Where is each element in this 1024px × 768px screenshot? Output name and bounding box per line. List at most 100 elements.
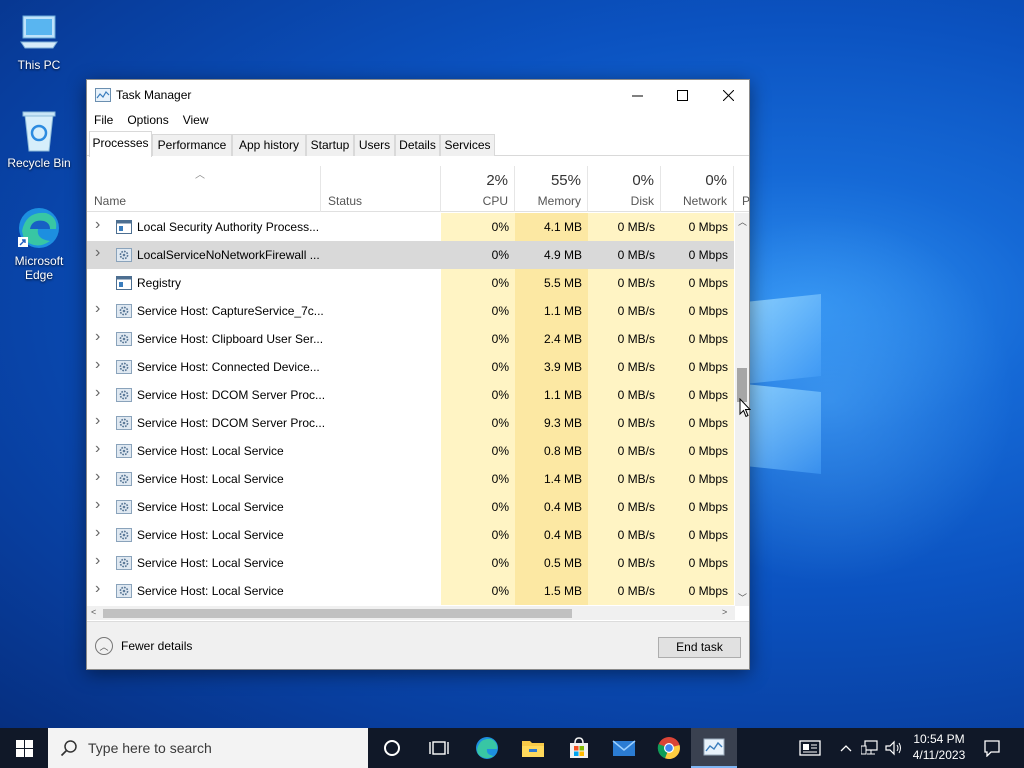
tray-news-button[interactable]: [789, 728, 831, 768]
table-row[interactable]: › Service Host: Local Service 0% 0.5 MB 0 MB…: [87, 549, 734, 577]
memory-cell: 1.1 MB: [515, 297, 588, 325]
scroll-up-icon[interactable]: ︿: [738, 215, 747, 228]
window-title: Task Manager: [116, 88, 192, 102]
header-power[interactable]: P: [734, 166, 750, 212]
tab-app-history[interactable]: App history: [232, 134, 306, 156]
vertical-scroll-thumb[interactable]: [737, 368, 747, 402]
table-row[interactable]: › Service Host: Local Service 0% 1.5 MB 0 MB…: [87, 577, 734, 605]
gear-icon: [116, 500, 132, 514]
expand-chevron-icon[interactable]: ›: [95, 384, 100, 402]
expand-chevron-icon[interactable]: ›: [95, 328, 100, 346]
expand-chevron-icon[interactable]: ›: [95, 412, 100, 430]
taskbar-task-manager-button[interactable]: [691, 728, 737, 768]
tab-details[interactable]: Details: [395, 134, 440, 156]
table-row[interactable]: › Service Host: Local Service 0% 1.4 MB 0 MB…: [87, 465, 734, 493]
process-name: LocalServiceNoNetworkFirewall ...: [137, 248, 320, 262]
taskbar-store-button[interactable]: [556, 728, 602, 768]
disk-cell: 0 MB/s: [588, 241, 661, 269]
tray-show-hidden-button[interactable]: [834, 728, 858, 768]
cpu-cell: 0%: [441, 493, 515, 521]
expand-chevron-icon[interactable]: ›: [95, 552, 100, 570]
window-icon: [116, 276, 132, 290]
tray-network-button[interactable]: [858, 728, 882, 768]
fewer-details-button[interactable]: ︿ Fewer details: [95, 637, 192, 655]
header-memory[interactable]: 55% Memory: [515, 166, 588, 212]
cpu-cell: 0%: [441, 325, 515, 353]
scroll-left-icon[interactable]: <: [91, 607, 96, 617]
horizontal-scroll-thumb[interactable]: [103, 609, 572, 618]
scroll-right-icon[interactable]: >: [722, 607, 727, 617]
menu-file[interactable]: File: [87, 113, 120, 127]
expand-chevron-icon[interactable]: ›: [95, 216, 100, 234]
taskbar-clock[interactable]: 10:54 PM 4/11/2023: [906, 731, 972, 763]
expand-chevron-icon[interactable]: ›: [95, 244, 100, 262]
horizontal-scrollbar[interactable]: < >: [87, 606, 735, 620]
table-row[interactable]: › Service Host: Connected Device... 0% 3.9 …: [87, 353, 734, 381]
expand-chevron-icon[interactable]: ›: [95, 356, 100, 374]
header-status[interactable]: Status: [321, 166, 441, 212]
disk-cell: 0 MB/s: [588, 353, 661, 381]
memory-cell: 0.4 MB: [515, 521, 588, 549]
table-row[interactable]: › Service Host: Clipboard User Ser... 0% 2.…: [87, 325, 734, 353]
tab-startup[interactable]: Startup: [306, 134, 354, 156]
desktop-icon-recycle-bin[interactable]: Recycle Bin: [1, 106, 77, 170]
close-button[interactable]: [705, 80, 751, 110]
tray-volume-button[interactable]: [882, 728, 906, 768]
cortana-button[interactable]: [369, 728, 415, 768]
taskbar: Type here to search 10:54 PM 4/11/2023: [0, 728, 1024, 768]
memory-cell: 0.4 MB: [515, 493, 588, 521]
disk-cell: 0 MB/s: [588, 381, 661, 409]
table-row[interactable]: › Service Host: DCOM Server Proc... 0% 1.1 …: [87, 381, 734, 409]
table-row[interactable]: › Service Host: Local Service 0% 0.8 MB 0 MB…: [87, 437, 734, 465]
tab-services[interactable]: Services: [440, 134, 495, 156]
table-row[interactable]: Registry 0% 5.5 MB 0 MB/s 0 Mbps: [87, 269, 734, 297]
window-icon: [116, 220, 132, 234]
cpu-cell: 0%: [441, 241, 515, 269]
table-row[interactable]: › Service Host: Local Service 0% 0.4 MB 0 MB…: [87, 521, 734, 549]
scroll-down-icon[interactable]: ﹀: [738, 591, 747, 604]
computer-icon: [15, 8, 63, 56]
desktop-icon-this-pc[interactable]: This PC: [1, 8, 77, 72]
header-network[interactable]: 0% Network: [661, 166, 734, 212]
header-disk[interactable]: 0% Disk: [588, 166, 661, 212]
table-row[interactable]: › Service Host: CaptureService_7c... 0% 1.1…: [87, 297, 734, 325]
tab-performance[interactable]: Performance: [152, 134, 232, 156]
menu-view[interactable]: View: [176, 113, 216, 127]
taskbar-file-explorer-button[interactable]: [510, 728, 556, 768]
table-row[interactable]: › LocalServiceNoNetworkFirewall ... 0% 4.9 …: [87, 241, 734, 269]
expand-chevron-icon[interactable]: ›: [95, 300, 100, 318]
tab-users[interactable]: Users: [354, 134, 395, 156]
minimize-button[interactable]: [614, 80, 660, 110]
disk-cell: 0 MB/s: [588, 549, 661, 577]
taskbar-chrome-button[interactable]: [646, 728, 692, 768]
start-button[interactable]: [0, 728, 48, 768]
cpu-cell: 0%: [441, 577, 515, 605]
mail-icon: [612, 740, 636, 756]
header-name[interactable]: Name: [87, 166, 321, 212]
process-list: › Local Security Authority Process... 0% 4.…: [87, 213, 734, 606]
table-row[interactable]: › Service Host: DCOM Server Proc... 0% 9.3 …: [87, 409, 734, 437]
expand-chevron-icon[interactable]: ›: [95, 468, 100, 486]
task-view-button[interactable]: [416, 728, 462, 768]
action-center-button[interactable]: [972, 728, 1012, 768]
expand-chevron-icon[interactable]: ›: [95, 524, 100, 542]
task-view-icon: [429, 741, 449, 755]
taskbar-edge-button[interactable]: [464, 728, 510, 768]
end-task-button[interactable]: End task: [658, 637, 741, 658]
taskbar-search-box[interactable]: Type here to search: [48, 728, 368, 768]
desktop-icon-label: This PC: [17, 58, 61, 72]
desktop-icon-edge[interactable]: Microsoft Edge: [1, 204, 77, 282]
gear-icon: [116, 528, 132, 542]
taskbar-mail-button[interactable]: [601, 728, 647, 768]
gear-icon: [116, 388, 132, 402]
table-row[interactable]: › Service Host: Local Service 0% 0.4 MB 0 MB…: [87, 493, 734, 521]
tab-processes[interactable]: Processes: [89, 131, 152, 157]
menu-options[interactable]: Options: [120, 113, 175, 127]
table-row[interactable]: › Local Security Authority Process... 0% 4.…: [87, 213, 734, 241]
expand-chevron-icon[interactable]: ›: [95, 580, 100, 598]
expand-chevron-icon[interactable]: ›: [95, 440, 100, 458]
cpu-cell: 0%: [441, 297, 515, 325]
maximize-button[interactable]: [659, 80, 705, 110]
expand-chevron-icon[interactable]: ›: [95, 496, 100, 514]
header-cpu[interactable]: 2% CPU: [441, 166, 515, 212]
